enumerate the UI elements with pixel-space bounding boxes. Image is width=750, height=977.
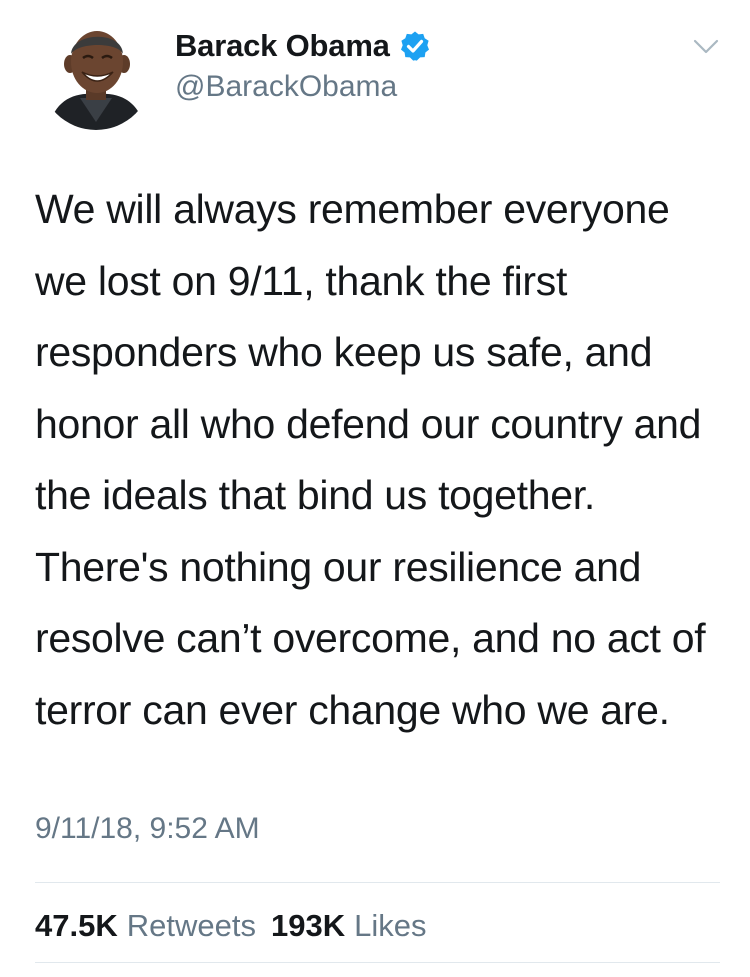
retweets-stat[interactable]: 47.5K Retweets (35, 908, 256, 944)
display-name[interactable]: Barack Obama (175, 28, 390, 64)
retweets-label: Retweets (126, 908, 256, 943)
avatar-image (40, 18, 152, 130)
author-handle[interactable]: @BarackObama (175, 70, 397, 104)
tweet-timestamp[interactable]: 9/11/18, 9:52 AM (35, 812, 260, 846)
avatar[interactable] (40, 18, 152, 130)
divider (35, 962, 720, 963)
engagement-stats: 47.5K Retweets 193K Likes (35, 908, 426, 944)
tweet-card: Barack Obama @BarackObama We will always… (0, 0, 750, 977)
divider (35, 882, 720, 883)
chevron-down-icon[interactable] (693, 38, 719, 56)
likes-count: 193K (270, 908, 346, 943)
likes-label: Likes (354, 908, 427, 943)
tweet-text: We will always remember everyone we lost… (35, 186, 706, 733)
likes-stat[interactable]: 193K Likes (271, 908, 426, 944)
verified-badge-icon (399, 30, 431, 62)
retweets-count: 47.5K (35, 908, 118, 943)
author-name-row[interactable]: Barack Obama (175, 26, 431, 66)
